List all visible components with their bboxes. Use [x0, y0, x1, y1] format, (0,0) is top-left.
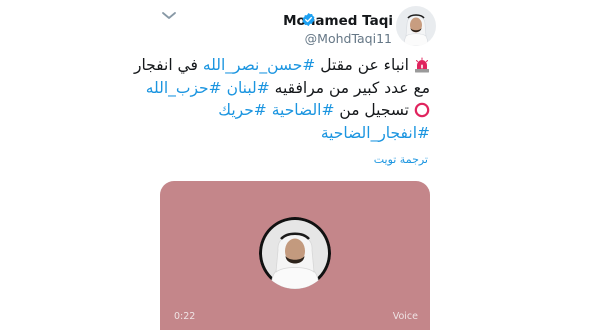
hashtag-link[interactable]: #الضاحية [272, 101, 335, 119]
hashtag-link[interactable]: #لبنان [227, 79, 270, 97]
hashtag-link[interactable]: #حريك [218, 101, 267, 119]
tweet-text-segment: في انفجار [133, 56, 203, 74]
more-options-icon[interactable] [160, 11, 178, 21]
media-avatar [259, 217, 331, 289]
voice-media-player[interactable]: 0:22 Voice [160, 181, 430, 330]
user-handle[interactable]: @MohdTaqi11 [305, 31, 392, 46]
tweet-line-2: مع عدد كبير من مرافقيه #لبنان #حزب_الله [146, 77, 430, 100]
translate-tweet-link[interactable]: ترجمة تويت [374, 153, 428, 166]
tweet-line-3: تسجيل من #الضاحية #حريك [150, 99, 430, 122]
siren-emoji-icon [415, 57, 429, 73]
user-avatar[interactable] [396, 6, 436, 46]
verified-badge-icon [302, 12, 315, 27]
hashtag-link[interactable]: #حسن_نصر_الله [203, 56, 315, 74]
user-display-name[interactable]: Mohamed Taqi [283, 13, 393, 29]
tweet-text-segment: مع عدد كبير من مرافقيه [269, 78, 430, 97]
hashtag-link[interactable]: #حزب_الله [146, 79, 222, 97]
media-duration: 0:22 [174, 311, 196, 322]
hashtag-link[interactable]: #انفجار_الضاحية [321, 124, 430, 142]
tweet-text-segment: انباء عن مقتل [315, 56, 409, 74]
tweet-text: انباء عن مقتل #حسن_نصر_الله في انفجار مع… [134, 54, 430, 145]
tweet-text-segment: تسجيل من [334, 101, 409, 119]
red-circle-emoji-icon [414, 102, 430, 118]
tweet-line-4: #انفجار_الضاحية [150, 122, 430, 145]
tweet-line-1: انباء عن مقتل #حسن_نصر_الله في انفجار [134, 54, 430, 77]
tweet-card: Mohamed Taqi @MohdTaqi11 انباء عن مقتل #… [0, 0, 590, 330]
voice-badge: Voice [392, 311, 418, 322]
